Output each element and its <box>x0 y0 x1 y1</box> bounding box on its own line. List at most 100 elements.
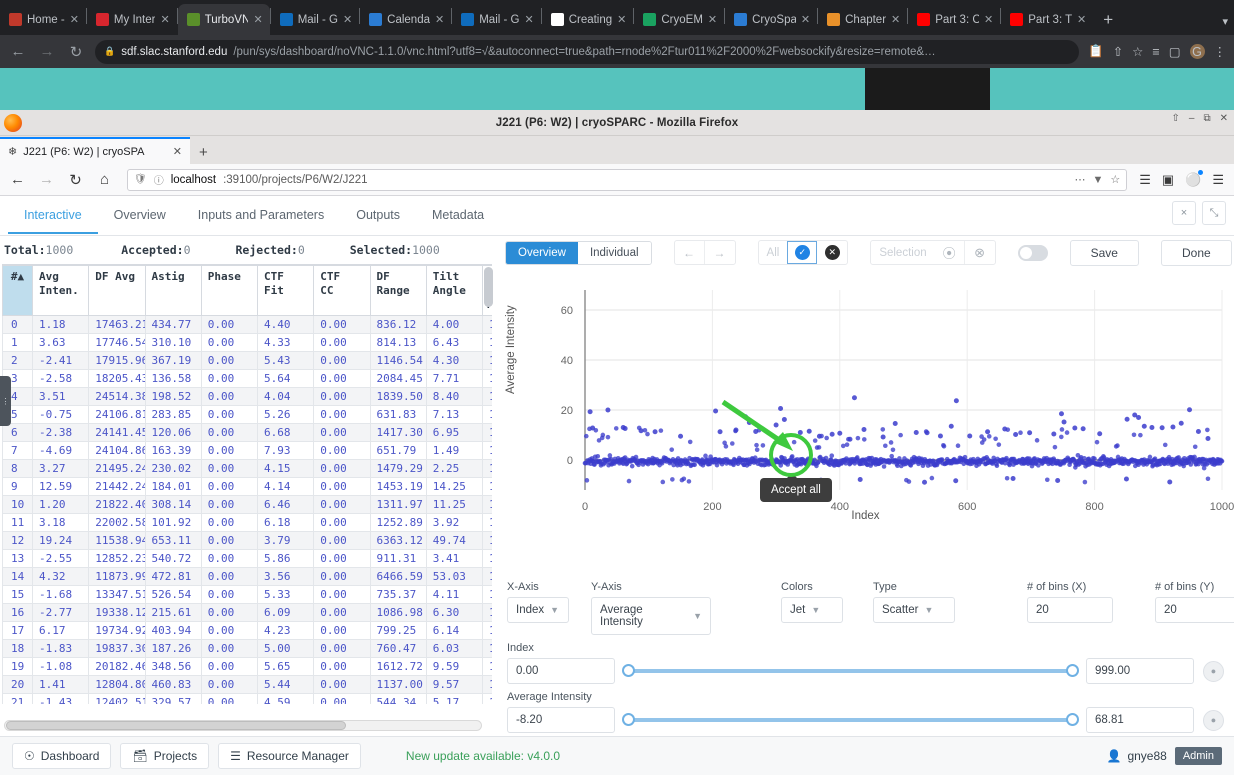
chrome-tab-2[interactable]: TurboVN ✕ <box>177 4 270 35</box>
table-row[interactable]: 1 3.63 17746.54 310.10 0.00 4.33 0.00 814.13 6.4… <box>2 333 492 353</box>
table-row[interactable]: 21 -1.43 12402.51 329.57 0.00 4.59 0.00 544.34 5… <box>2 693 492 704</box>
table-header-0[interactable]: #▲ <box>2 265 33 317</box>
slider-knob-max[interactable] <box>1066 713 1079 726</box>
table-header-1[interactable]: Avg Inten. <box>31 265 90 317</box>
table-header-7[interactable]: DF Range <box>369 265 427 317</box>
slider-knob-min[interactable] <box>622 664 635 677</box>
chrome-tab-1[interactable]: My Inter ✕ <box>87 4 177 35</box>
plot-options-toggle[interactable] <box>1017 244 1048 261</box>
window-restore-icon[interactable]: ⇧ <box>1172 113 1180 124</box>
library-icon[interactable]: ☰ <box>1139 172 1151 188</box>
job-tab-overview[interactable]: Overview <box>98 197 182 234</box>
window-minimize-icon[interactable]: – <box>1189 113 1195 124</box>
slider-knob-min[interactable] <box>622 713 635 726</box>
reject-selection-button[interactable]: ⊗ <box>965 241 995 264</box>
chrome-tab-8[interactable]: CryoSpa ✕ <box>725 4 817 35</box>
job-tab-inputs-and-parameters[interactable]: Inputs and Parameters <box>182 197 340 234</box>
dropdown-colors[interactable]: Jet ▼ <box>781 597 843 623</box>
table-row[interactable]: 4 3.51 24514.38 198.52 0.00 4.04 0.00 1839.50 8.… <box>2 387 492 407</box>
slider-knob-max[interactable] <box>1066 664 1079 677</box>
view-mode-overview[interactable]: Overview <box>506 241 578 264</box>
table-row[interactable]: 7 -4.69 24104.86 163.39 0.00 7.93 0.00 651.79 1.… <box>2 441 492 461</box>
table-row[interactable]: 3 -2.58 18205.43 136.58 0.00 5.64 0.00 2084.45 7… <box>2 369 492 389</box>
firefox-address-bar[interactable]: 🛡 ⓘ localhost:39100/projects/P6/W2/J221 … <box>127 168 1128 191</box>
job-panel-close-button[interactable]: × <box>1172 201 1196 225</box>
table-row[interactable]: 8 3.27 21495.24 230.02 0.00 4.15 0.00 1479.29 2.… <box>2 459 492 479</box>
accept-all-button[interactable]: ✓ <box>787 241 818 264</box>
view-mode-individual[interactable]: Individual <box>577 241 651 264</box>
slider-reset-button[interactable]: ● <box>1203 709 1224 731</box>
side-panel-icon[interactable]: ▢ <box>1169 44 1181 59</box>
window-maximize-icon[interactable]: ⧉ <box>1203 113 1210 124</box>
chrome-tab-close-icon[interactable]: ✕ <box>617 13 626 26</box>
firefox-tab-active[interactable]: ❄ J221 (P6: W2) | cryoSPA ✕ <box>0 137 190 164</box>
chrome-tab-0[interactable]: Home - ✕ <box>0 4 86 35</box>
slider-track[interactable] <box>622 664 1079 677</box>
table-header-3[interactable]: Astig <box>144 265 202 317</box>
footer-resource-manager-button[interactable]: ☰ Resource Manager <box>218 743 361 769</box>
chrome-new-tab-button[interactable]: + <box>1093 10 1123 35</box>
window-close-icon[interactable]: ✕ <box>1220 113 1228 124</box>
footer-dashboard-button[interactable]: ☉ Dashboard <box>12 743 112 769</box>
chrome-tab-6[interactable]: Creating ✕ <box>542 4 634 35</box>
chrome-tab-3[interactable]: Mail - G ✕ <box>271 4 359 35</box>
table-header-6[interactable]: CTF CC <box>313 265 371 317</box>
table-horizontal-scrollbar-thumb[interactable] <box>6 721 346 730</box>
admin-badge[interactable]: Admin <box>1174 747 1222 765</box>
chrome-tab-close-icon[interactable]: ✕ <box>435 13 444 26</box>
firefox-home-icon[interactable]: ⌂ <box>94 171 115 188</box>
table-row[interactable]: 2 -2.41 17915.96 367.19 0.00 5.43 0.00 1146.54 4… <box>2 351 492 371</box>
job-tab-interactive[interactable]: Interactive <box>8 197 98 234</box>
share-icon[interactable]: ⇧ <box>1113 44 1123 59</box>
chrome-tab-5[interactable]: Mail - G ✕ <box>452 4 540 35</box>
input--of-bins-y-[interactable]: 20 <box>1155 597 1234 623</box>
firefox-menu-icon[interactable]: ☰ <box>1212 172 1224 188</box>
chrome-menu-icon[interactable]: ⋮ <box>1214 44 1227 59</box>
firefox-forward-icon[interactable]: → <box>36 171 57 188</box>
chrome-tab-close-icon[interactable]: ✕ <box>343 13 352 26</box>
table-header-8[interactable]: Tilt Angle <box>425 265 484 317</box>
table-row[interactable]: 0 1.18 17463.21 434.77 0.00 4.40 0.00 836.12 4.0… <box>2 315 492 335</box>
slider-min-input[interactable]: 0.00 <box>507 658 615 684</box>
chrome-tab-close-icon[interactable]: ✕ <box>253 13 262 26</box>
table-row[interactable]: 19 -1.08 20182.46 348.56 0.00 5.65 0.00 1612.72… <box>2 657 492 677</box>
firefox-tab-close-icon[interactable]: ✕ <box>173 145 182 158</box>
chrome-reload-icon[interactable]: ↻ <box>66 43 86 61</box>
footer-projects-button[interactable]: 🗃 Projects <box>120 743 210 769</box>
next-button[interactable]: → <box>705 241 735 264</box>
accept-selection-button[interactable]: ⦿ <box>935 241 965 264</box>
chrome-forward-icon[interactable]: → <box>37 43 57 60</box>
firefox-back-icon[interactable]: ← <box>7 171 28 188</box>
table-header-2[interactable]: DF Avg <box>88 265 146 317</box>
chrome-tab-close-icon[interactable]: ✕ <box>891 13 900 26</box>
sidebar-icon[interactable]: ▣ <box>1162 172 1174 188</box>
chrome-tab-close-icon[interactable]: ✕ <box>984 13 993 26</box>
slider-track[interactable] <box>622 713 1079 726</box>
table-row[interactable]: 12 19.24 11538.94 653.11 0.00 3.79 0.00 6363.12… <box>2 531 492 551</box>
table-row[interactable]: 15 -1.68 13347.51 526.54 0.00 5.33 0.00 735.37 4… <box>2 585 492 605</box>
slider-min-input[interactable]: -8.20 <box>507 707 615 733</box>
table-row[interactable]: 14 4.32 11873.99 472.81 0.00 3.56 0.00 6466.59 5… <box>2 567 492 587</box>
reject-all-button[interactable]: ✕ <box>817 241 847 264</box>
bookmark-star-icon[interactable]: ☆ <box>1132 44 1143 59</box>
save-to-pocket-icon[interactable]: ▼ <box>1092 174 1103 186</box>
table-row[interactable]: 16 -2.77 19338.12 215.61 0.00 6.09 0.00 1086.98… <box>2 603 492 623</box>
firefox-new-tab-button[interactable]: + <box>190 144 217 164</box>
input--of-bins-x-[interactable]: 20 <box>1027 597 1113 623</box>
data-table-viewport[interactable]: #▲ Avg Inten. DF Avg Astig Phase CTF Fit CTF C… <box>2 264 492 704</box>
chrome-tab-close-icon[interactable]: ✕ <box>160 13 169 26</box>
table-row[interactable]: 20 1.41 12804.80 460.83 0.00 5.44 0.00 1137.00 9… <box>2 675 492 695</box>
pane-drag-handle[interactable]: ⋮ <box>0 376 11 426</box>
done-button[interactable]: Done <box>1160 239 1232 266</box>
table-row[interactable]: 17 6.17 19734.92 403.94 0.00 4.23 0.00 799.25 6.… <box>2 621 492 641</box>
table-row[interactable]: 11 3.18 22002.58 101.92 0.00 6.18 0.00 1252.89 3… <box>2 513 492 533</box>
table-row[interactable]: 10 1.20 21822.40 308.14 0.00 6.46 0.00 1311.97 1… <box>2 495 492 515</box>
table-row[interactable]: 13 -2.55 12852.23 540.72 0.00 5.86 0.00 911.31 3… <box>2 549 492 569</box>
chrome-address-bar[interactable]: 🔒 sdf.slac.stanford.edu/pun/sys/dashboar… <box>95 39 1080 64</box>
reading-list-icon[interactable]: ≡ <box>1152 45 1159 59</box>
dropdown-x-axis[interactable]: Index ▼ <box>507 597 569 623</box>
chrome-profile-avatar[interactable]: G <box>1189 44 1205 59</box>
job-tab-outputs[interactable]: Outputs <box>340 197 416 234</box>
table-header-4[interactable]: Phase <box>200 265 259 317</box>
chrome-tab-7[interactable]: CryoEM ✕ <box>634 4 724 35</box>
